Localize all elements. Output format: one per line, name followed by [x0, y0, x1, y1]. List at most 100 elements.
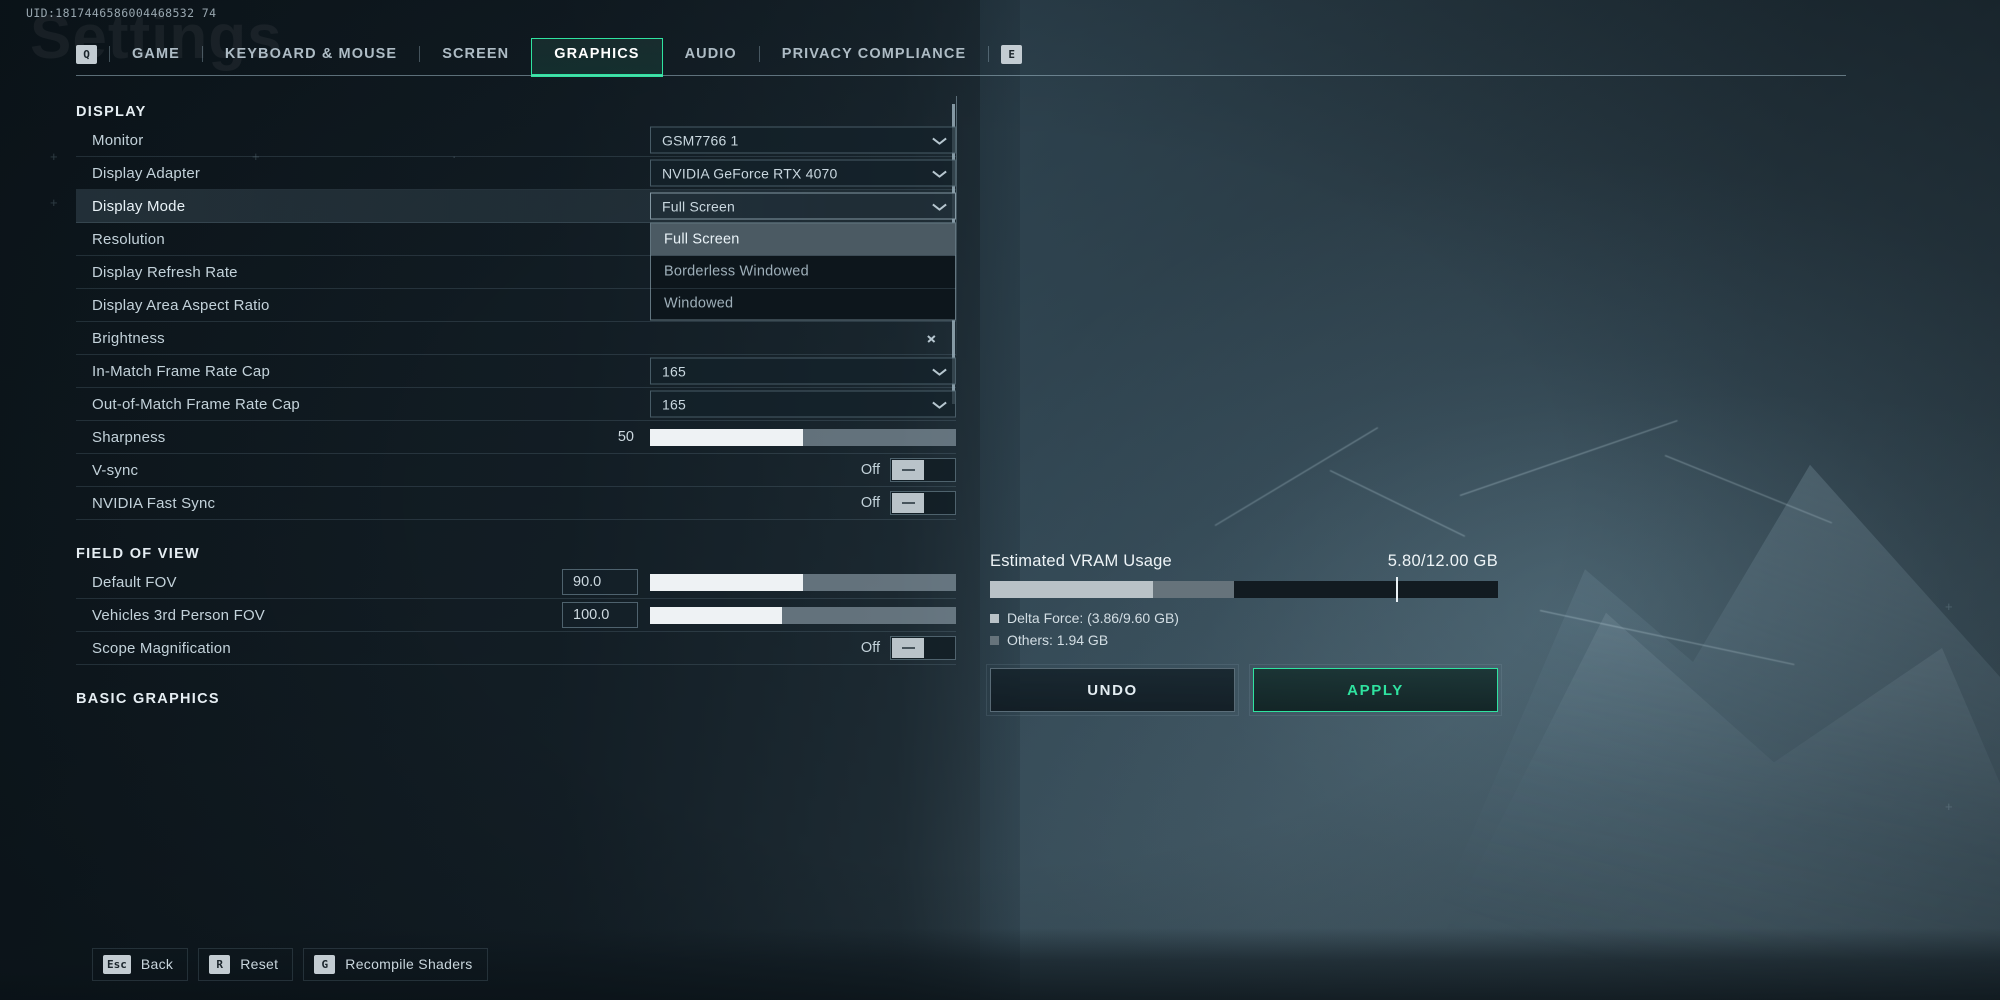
setting-label: Display Refresh Rate: [92, 263, 238, 281]
setting-row-monitor[interactable]: Monitor GSM7766 1: [76, 124, 956, 157]
setting-label: Display Adapter: [92, 164, 201, 182]
hint-recompile-shaders[interactable]: G Recompile Shaders: [303, 947, 488, 981]
settings-tabbar: Q GAME KEYBOARD & MOUSE SCREEN GRAPHICS …: [76, 38, 1846, 77]
scope-magnification-toggle[interactable]: [890, 636, 956, 660]
toggle-knob: [892, 493, 924, 513]
tab-privacy-compliance[interactable]: PRIVACY COMPLIANCE: [760, 38, 988, 75]
out-match-frame-cap-dropdown[interactable]: 165: [650, 390, 956, 418]
setting-row-default-fov[interactable]: Default FOV 90.0: [76, 566, 956, 599]
setting-row-aspect-ratio[interactable]: Display Area Aspect Ratio: [76, 289, 956, 322]
setting-control: 50: [562, 424, 956, 450]
setting-row-brightness[interactable]: Brightness: [76, 322, 956, 355]
tab-audio[interactable]: AUDIO: [663, 38, 759, 75]
setting-row-vehicles-fov[interactable]: Vehicles 3rd Person FOV 100.0: [76, 599, 956, 632]
sharpness-value: 50: [617, 429, 634, 445]
in-match-frame-cap-value: 165: [662, 363, 686, 379]
display-adapter-dropdown[interactable]: NVIDIA GeForce RTX 4070: [650, 159, 956, 187]
decor-crosshair: +: [50, 149, 58, 164]
tab-graphics[interactable]: GRAPHICS: [531, 38, 663, 77]
default-fov-slider[interactable]: [650, 573, 956, 591]
tab-keyboard-mouse[interactable]: KEYBOARD & MOUSE: [203, 38, 419, 75]
setting-control: Off: [861, 636, 956, 660]
setting-control: 165: [650, 390, 956, 418]
undo-button[interactable]: UNDO: [986, 664, 1239, 716]
legend-label: Others: 1.94 GB: [1007, 632, 1109, 648]
keycap-esc: Esc: [103, 954, 131, 974]
default-fov-slider-group: 90.0: [562, 569, 956, 595]
vram-segment-others: [1152, 581, 1234, 598]
keycap-e: E: [1001, 45, 1023, 64]
display-mode-dropdown[interactable]: Full Screen: [650, 192, 956, 220]
sharpness-slider[interactable]: [650, 428, 956, 446]
section-header-basic-graphics: BASIC GRAPHICS: [76, 691, 220, 707]
tab-screen[interactable]: SCREEN: [420, 38, 531, 75]
setting-row-display-mode[interactable]: Display Mode Full Screen Full Screen Bor…: [76, 190, 956, 321]
chevron-down-icon: [933, 169, 946, 177]
ridge-line: [1214, 427, 1379, 526]
vram-amount: 5.80/12.00 GB: [1387, 552, 1498, 570]
monitor-value: GSM7766 1: [662, 132, 739, 148]
keycap-r: R: [209, 954, 231, 974]
setting-label: Resolution: [92, 230, 165, 248]
setting-label: NVIDIA Fast Sync: [92, 494, 216, 512]
setting-row-resolution[interactable]: Resolution: [76, 223, 956, 256]
setting-control: [926, 332, 956, 344]
nvidia-fast-sync-toggle[interactable]: [890, 491, 956, 515]
ridge-line: [1539, 610, 1795, 666]
apply-button[interactable]: APPLY: [1249, 664, 1502, 716]
setting-control: NVIDIA GeForce RTX 4070: [650, 159, 956, 187]
tab-game[interactable]: GAME: [110, 38, 202, 75]
vehicles-fov-value[interactable]: 100.0: [562, 602, 638, 628]
setting-row-display-adapter[interactable]: Display Adapter NVIDIA GeForce RTX 4070: [76, 157, 956, 190]
setting-row-sharpness[interactable]: Sharpness 50: [76, 421, 956, 454]
tab-prev-key[interactable]: Q: [76, 38, 109, 75]
vram-bar: [990, 577, 1498, 602]
chevron-down-icon: [933, 136, 946, 144]
hint-label: Back: [140, 956, 174, 972]
vram-title: Estimated VRAM Usage: [990, 552, 1172, 570]
out-match-frame-cap-value: 165: [662, 396, 686, 412]
decor-crosshair: +: [50, 195, 58, 210]
setting-label: In-Match Frame Rate Cap: [92, 362, 270, 380]
hint-back[interactable]: Esc Back: [92, 947, 189, 981]
ridge-line: [1459, 420, 1678, 496]
vram-segment-app: [990, 581, 1153, 598]
setting-label: Display Mode: [92, 197, 186, 215]
default-fov-value[interactable]: 90.0: [562, 569, 638, 595]
in-match-frame-cap-dropdown[interactable]: 165: [650, 357, 956, 385]
setting-row-in-match-frame-cap[interactable]: In-Match Frame Rate Cap 165: [76, 355, 956, 388]
setting-row-nvidia-fast-sync[interactable]: NVIDIA Fast Sync Off: [76, 487, 956, 520]
display-mode-value: Full Screen: [662, 198, 736, 214]
setting-row-refresh-rate[interactable]: Display Refresh Rate: [76, 256, 956, 289]
action-buttons: UNDO APPLY: [986, 664, 1502, 716]
ridge-line: [1329, 470, 1466, 537]
background-mountain: [1396, 464, 2000, 1000]
hint-reset[interactable]: R Reset: [198, 947, 294, 981]
chevron-down-icon: [933, 367, 946, 375]
toggle-knob: [892, 460, 924, 480]
setting-row-scope-magnification[interactable]: Scope Magnification Off: [76, 632, 956, 665]
setting-row-out-match-frame-cap[interactable]: Out-of-Match Frame Rate Cap 165: [76, 388, 956, 421]
chevron-down-icon: [933, 400, 946, 408]
settings-list: DISPLAY Monitor GSM7766 1 Display Adapte…: [76, 100, 956, 920]
vram-header: Estimated VRAM Usage 5.80/12.00 GB: [990, 552, 1498, 571]
hint-label: Recompile Shaders: [345, 956, 473, 972]
vram-legend: Delta Force: (3.86/9.60 GB) Others: 1.94…: [990, 607, 1498, 651]
sharpness-slider-group: 50: [562, 424, 956, 450]
setting-label: Display Area Aspect Ratio: [92, 296, 270, 314]
setting-row-vsync[interactable]: V-sync Off: [76, 454, 956, 487]
toggle-knob: [892, 638, 924, 658]
vehicles-fov-slider[interactable]: [650, 606, 956, 624]
tab-next-key[interactable]: E: [989, 38, 1034, 75]
setting-label: Vehicles 3rd Person FOV: [92, 606, 266, 624]
setting-control: 100.0: [562, 602, 956, 628]
sharpness-slider-fill: [650, 428, 803, 446]
legend-swatch: [990, 613, 999, 623]
monitor-dropdown[interactable]: GSM7766 1: [650, 126, 956, 154]
default-fov-slider-fill: [650, 573, 803, 591]
setting-label: Sharpness: [92, 428, 166, 446]
chevron-right-icon[interactable]: [926, 332, 938, 344]
setting-label: V-sync: [92, 461, 139, 479]
vsync-toggle[interactable]: [890, 458, 956, 482]
panel-divider: [956, 96, 957, 356]
